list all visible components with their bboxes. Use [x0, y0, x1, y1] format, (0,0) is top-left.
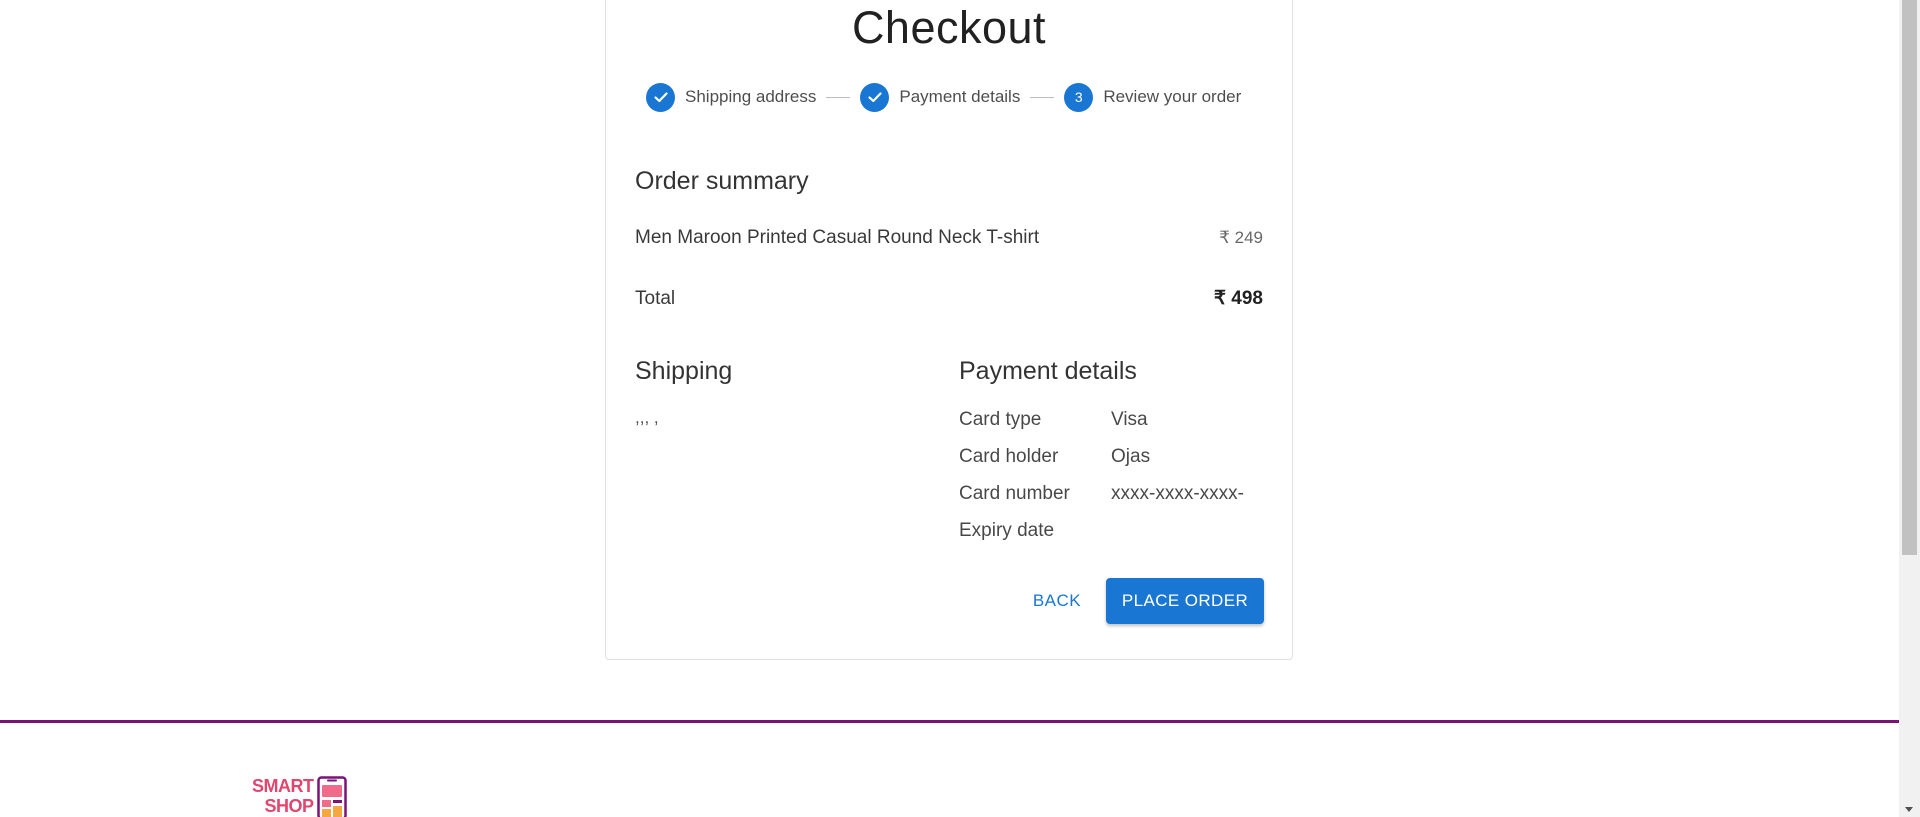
payment-row-card-holder: Card holder Ojas: [959, 438, 1244, 475]
logo-line-1: SMART: [252, 776, 314, 796]
payment-value: Visa: [1111, 408, 1148, 430]
step-label: Payment details: [899, 87, 1021, 106]
page: Checkout Shipping address Payment detail…: [0, 0, 1920, 817]
page-title: Checkout: [851, 2, 1047, 53]
payment-details-table: Card type Visa Card holder Ojas Card num…: [959, 401, 1244, 549]
back-button[interactable]: BACK: [1022, 578, 1092, 624]
step-shipping-address: Shipping address: [646, 82, 817, 112]
total-value: ₹ 498: [1213, 288, 1263, 309]
payment-row-card-type: Card type Visa: [959, 401, 1244, 438]
checkout-stepper: Shipping address Payment details 3 Revie…: [646, 81, 1241, 113]
order-total-row: Total ₹ 498: [635, 287, 1263, 310]
payment-row-expiry-date: Expiry date: [959, 512, 1244, 549]
step-connector: [1030, 96, 1055, 98]
step-review-order: 3 Review your order: [1064, 82, 1242, 112]
total-label: Total: [635, 287, 676, 309]
order-summary-heading: Order summary: [635, 167, 809, 195]
check-icon: [646, 82, 675, 112]
order-item-row: Men Maroon Printed Casual Round Neck T-s…: [635, 227, 1263, 249]
payment-key: Card number: [959, 482, 1070, 504]
smart-shop-logo[interactable]: SMART SHOP: [252, 776, 347, 817]
payment-key: Card holder: [959, 445, 1059, 467]
footer-divider: [0, 720, 1899, 723]
step-number-badge: 3: [1064, 82, 1094, 112]
step-payment-details: Payment details: [860, 82, 1021, 112]
scrollbar-thumb[interactable]: [1902, 0, 1917, 555]
payment-details-heading: Payment details: [959, 357, 1137, 385]
logo-text: SMART SHOP: [252, 776, 314, 816]
vertical-scrollbar[interactable]: [1899, 0, 1920, 817]
order-item-name: Men Maroon Printed Casual Round Neck T-s…: [635, 227, 1040, 248]
step-label: Review your order: [1103, 87, 1242, 106]
payment-key: Expiry date: [959, 519, 1055, 541]
step-label: Shipping address: [685, 87, 817, 106]
shipping-address: ,,, ,: [635, 408, 659, 427]
checkout-card: Checkout Shipping address Payment detail…: [605, 0, 1293, 660]
step-connector: [826, 96, 851, 98]
place-order-button[interactable]: PLACE ORDER: [1106, 578, 1264, 624]
payment-value: Ojas: [1111, 445, 1151, 467]
phone-icon: [316, 776, 347, 817]
shipping-heading: Shipping: [635, 357, 733, 385]
check-icon: [860, 82, 890, 112]
payment-key: Card type: [959, 408, 1042, 430]
scroll-down-arrow-icon[interactable]: [1905, 807, 1913, 812]
order-item-price: ₹ 249: [1219, 228, 1263, 247]
payment-row-card-number: Card number xxxx-xxxx-xxxx-: [959, 475, 1244, 512]
logo-line-2: SHOP: [264, 796, 314, 816]
payment-value: xxxx-xxxx-xxxx-: [1111, 482, 1244, 504]
